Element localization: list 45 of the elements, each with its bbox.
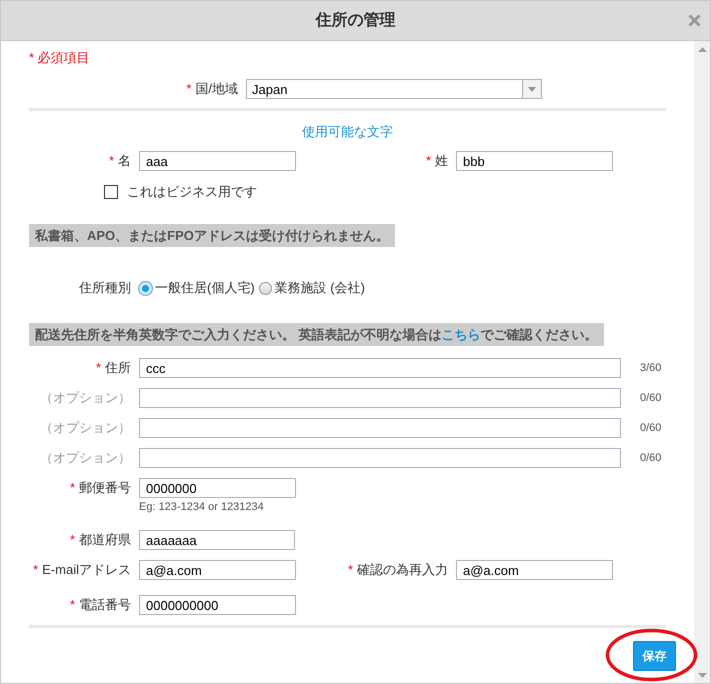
text-field[interactable]: a@a.com <box>139 560 296 580</box>
dialog-title: 住所の管理 <box>316 10 396 31</box>
text-field[interactable]: aaaaaaa <box>139 530 295 550</box>
notice-banner: 配送先住所を半角英数字でご入力ください。 英語表記が不明な場合はこちらでご確認ください。 <box>29 323 604 346</box>
character-counter: 3/60 <box>640 362 662 374</box>
allowed-characters-link[interactable]: 使用可能な文字 <box>302 123 393 141</box>
character-counter: 0/60 <box>640 422 662 434</box>
field-label: * 国/地域 <box>185 80 239 98</box>
dropdown-arrow-icon <box>528 86 536 92</box>
field-label: （オプション） <box>39 419 132 437</box>
notice-banner: 私書箱、APO、またはFPOアドレスは受け付けられません。 <box>29 224 395 247</box>
field-label: （オプション） <box>39 389 132 407</box>
field-label: （オプション） <box>39 449 132 467</box>
text-field[interactable] <box>139 448 621 468</box>
radio-label: 業務施設 (会社) <box>274 279 365 297</box>
text-field[interactable]: 0000000 <box>139 478 296 498</box>
close-icon[interactable] <box>688 14 701 27</box>
field-label: 住所種別 <box>78 279 132 297</box>
field-label: * 名 <box>108 152 132 170</box>
scroll-up-icon[interactable] <box>698 47 706 52</box>
business-checkbox[interactable] <box>104 185 118 199</box>
field-label: * 姓 <box>424 152 449 170</box>
field-label: * E-mailアドレス <box>32 561 132 579</box>
scroll-down-icon[interactable] <box>698 673 706 678</box>
checkbox-label: これはビジネス用です <box>127 183 257 201</box>
country-select[interactable]: Japan <box>246 79 542 99</box>
radio-option[interactable]: 業務施設 (会社) <box>258 279 365 297</box>
text-field[interactable]: 0000000000 <box>139 595 296 615</box>
field-label: * 電話番号 <box>68 596 132 614</box>
text-field[interactable]: aaa <box>139 151 296 171</box>
field-label: * 都道府県 <box>68 531 132 549</box>
text-field[interactable] <box>139 388 621 408</box>
radio-button[interactable] <box>258 282 272 294</box>
character-counter: 0/60 <box>640 392 662 404</box>
text-field[interactable]: a@a.com <box>456 560 613 580</box>
field-label: * 確認の為再入力 <box>346 561 449 579</box>
text-field[interactable]: bbb <box>456 151 613 171</box>
scrollbar[interactable] <box>694 41 710 683</box>
field-label: * 住所 <box>94 359 132 377</box>
text-field[interactable] <box>139 418 621 438</box>
required-note: * 必須項目 <box>29 50 90 65</box>
character-counter: 0/60 <box>640 452 662 464</box>
hint-text: Eg: 123-1234 or 1231234 <box>139 501 265 513</box>
field-label: * 郵便番号 <box>68 479 132 497</box>
text-field[interactable]: ccc <box>139 358 621 378</box>
